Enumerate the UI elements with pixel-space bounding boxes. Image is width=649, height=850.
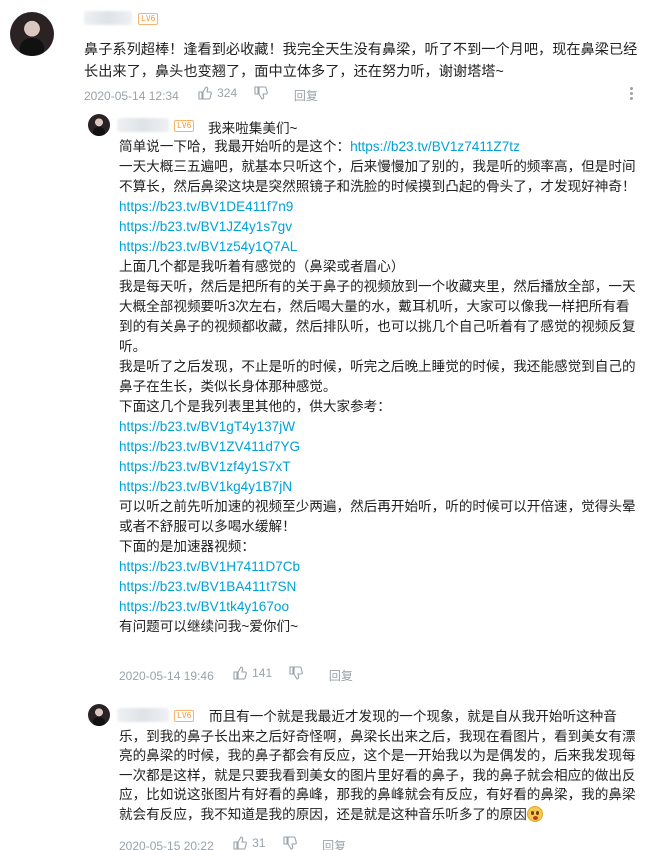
like-count: 324 bbox=[217, 86, 238, 100]
timestamp: 2020-05-15 20:22 bbox=[119, 839, 214, 850]
like-button[interactable]: 31 bbox=[233, 834, 265, 850]
reply-button[interactable]: 回复 bbox=[294, 87, 318, 105]
thumbs-down-icon bbox=[289, 666, 304, 680]
reply-meta: 2020-05-14 19:46 141 回复 bbox=[119, 664, 353, 685]
timestamp: 2020-05-14 12:34 bbox=[84, 89, 179, 103]
reply-paragraph: 一天大概三五遍吧，就基本只听这个，后来慢慢加了别的，我是听的频率高，但是时间不算… bbox=[119, 159, 636, 194]
reply-button[interactable]: 回复 bbox=[322, 837, 346, 850]
video-link[interactable]: https://b23.tv/BV1tk4y167oo bbox=[119, 597, 641, 617]
video-link[interactable]: https://b23.tv/BV1JZ4y1s7gv bbox=[119, 217, 641, 237]
reply-text: 而且有一个就是我最近才发现的一个现象，就是自从我开始听这种音乐，到我的鼻子长出来… bbox=[119, 707, 641, 825]
reply-meta: 2020-05-15 20:22 31 回复 bbox=[119, 834, 346, 850]
reply-paragraph: 下面这几个是我列表里其他的，供大家参考： bbox=[119, 399, 391, 414]
video-link[interactable]: https://b23.tv/BV1BA411t7SN bbox=[119, 577, 641, 597]
dislike-button[interactable] bbox=[289, 666, 304, 680]
reply-paragraph: 下面的是加速器视频： bbox=[119, 539, 255, 554]
thumbs-up-icon bbox=[233, 836, 247, 850]
like-button[interactable]: 324 bbox=[198, 84, 237, 102]
video-link[interactable]: https://b23.tv/BV1z54y1Q7AL bbox=[119, 237, 641, 257]
reply-avatar[interactable] bbox=[88, 114, 110, 136]
like-button[interactable]: 141 bbox=[233, 664, 272, 682]
reply-paragraph: 而且有一个就是我最近才发现的一个现象，就是自从我开始听这种音乐，到我的鼻子长出来… bbox=[119, 709, 636, 822]
video-link[interactable]: https://b23.tv/BV1ZV411d7YG bbox=[119, 437, 641, 457]
like-count: 141 bbox=[252, 666, 273, 680]
reply-button[interactable]: 回复 bbox=[329, 667, 353, 685]
reply-text: 简单说一下哈，我最开始听的是这个：https://b23.tv/BV1z7411… bbox=[119, 137, 641, 637]
username[interactable] bbox=[84, 11, 132, 25]
video-link[interactable]: https://b23.tv/BV1H7411D7Cb bbox=[119, 557, 641, 577]
reply-paragraph: 有问题可以继续问我~爱你们~ bbox=[119, 619, 299, 634]
reply-paragraph: 可以听之前先听加速的视频至少两遍，然后再开始听，听的时候可以开倍速，觉得头晕或者… bbox=[119, 499, 636, 534]
more-vertical-icon[interactable] bbox=[624, 84, 638, 102]
thumbs-down-icon bbox=[254, 86, 269, 100]
level-badge: LV6 bbox=[138, 13, 159, 25]
reply-paragraph: 我是每天听，然后是把所有的关于鼻子的视频放到一个收藏夹里，然后播放全部，一天大概… bbox=[119, 279, 636, 354]
reply-paragraph: 我是听了之后发现，不止是听的时候，听完之后晚上睡觉的时候，我还能感觉到自己的鼻子… bbox=[119, 359, 636, 394]
dislike-button[interactable] bbox=[283, 836, 297, 850]
reply-avatar[interactable] bbox=[88, 704, 110, 726]
video-link[interactable]: https://b23.tv/BV1DE411f7n9 bbox=[119, 197, 641, 217]
avatar[interactable] bbox=[10, 12, 54, 56]
level-badge: LV6 bbox=[174, 120, 195, 132]
video-link[interactable]: https://b23.tv/BV1z7411Z7tz bbox=[350, 139, 520, 154]
comment-text: 鼻子系列超棒！逢看到必收藏！我完全天生没有鼻梁，听了不到一个月吧，现在鼻梁已经长… bbox=[84, 42, 638, 80]
video-link[interactable]: https://b23.tv/BV1kg4y1B7jN bbox=[119, 477, 641, 497]
dislike-button[interactable] bbox=[254, 86, 269, 100]
reply-header-text: 我来啦集美们~ bbox=[208, 121, 298, 136]
scared-face-emoji bbox=[526, 805, 543, 822]
video-link[interactable]: https://b23.tv/BV1zf4y1S7xT bbox=[119, 457, 641, 477]
reply-username[interactable] bbox=[117, 118, 169, 132]
thumbs-up-icon bbox=[233, 666, 247, 680]
reply-line: 简单说一下哈，我最开始听的是这个：https://b23.tv/BV1z7411… bbox=[119, 139, 520, 154]
thumbs-up-icon bbox=[198, 86, 212, 100]
like-count: 31 bbox=[252, 836, 266, 850]
comment-meta: 2020-05-14 12:34 324 回复 bbox=[84, 84, 318, 105]
video-link[interactable]: https://b23.tv/BV1gT4y137jW bbox=[119, 417, 641, 437]
timestamp: 2020-05-14 19:46 bbox=[119, 669, 214, 683]
thumbs-down-icon bbox=[283, 836, 297, 850]
reply-paragraph: 上面几个都是我听着有感觉的（鼻梁或者眉心） bbox=[119, 259, 405, 274]
